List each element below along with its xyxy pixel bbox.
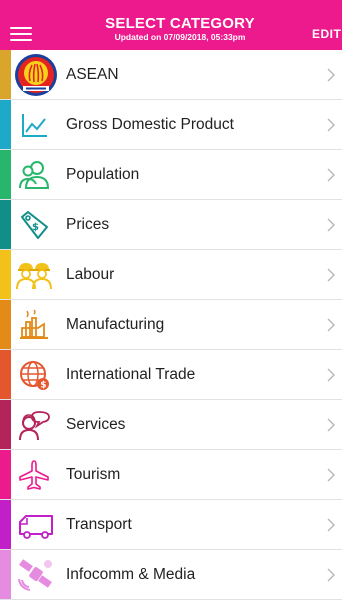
- workers-icon: [14, 258, 54, 292]
- category-label: ASEAN: [66, 66, 119, 83]
- category-item-manufacturing[interactable]: Manufacturing: [0, 300, 342, 350]
- header-title-block: SELECT CATEGORY Updated on 07/09/2018, 0…: [92, 15, 268, 43]
- category-item-international-trade[interactable]: $ International Trade: [0, 350, 342, 400]
- chevron-right-icon: [326, 167, 340, 183]
- category-label: Tourism: [66, 466, 121, 483]
- update-timestamp: Updated on 07/09/2018, 05:33pm: [114, 32, 246, 42]
- category-item-gdp[interactable]: Gross Domestic Product: [0, 100, 342, 150]
- category-item-tourism[interactable]: Tourism: [0, 450, 342, 500]
- category-label: Labour: [66, 266, 115, 283]
- category-label: Gross Domestic Product: [66, 116, 234, 133]
- chevron-right-icon: [326, 267, 340, 283]
- category-item-population[interactable]: Population: [0, 150, 342, 200]
- svg-text:$: $: [32, 222, 39, 233]
- chevron-right-icon: [326, 517, 340, 533]
- category-accent-bar: [0, 300, 11, 349]
- category-accent-bar: [0, 400, 11, 449]
- category-accent-bar: [0, 500, 11, 549]
- category-label: Transport: [66, 516, 132, 533]
- chevron-right-icon: [326, 367, 340, 383]
- category-label: Manufacturing: [66, 316, 165, 333]
- globe-trade-icon: $: [17, 358, 51, 392]
- people-icon: [17, 158, 51, 192]
- category-accent-bar: [0, 350, 11, 399]
- category-accent-bar: [0, 50, 11, 99]
- airplane-icon: [17, 458, 51, 492]
- chevron-right-icon: [326, 67, 340, 83]
- category-accent-bar: [0, 200, 11, 249]
- category-accent-bar: [0, 150, 11, 199]
- hamburger-menu-icon[interactable]: [10, 27, 34, 43]
- price-tag-icon: $: [17, 208, 51, 242]
- chevron-right-icon: [326, 317, 340, 333]
- category-label: Infocomm & Media: [66, 566, 196, 583]
- bus-icon: [17, 508, 55, 542]
- category-accent-bar: [0, 550, 11, 599]
- category-label: Population: [66, 166, 140, 183]
- chevron-right-icon: [326, 467, 340, 483]
- category-label: International Trade: [66, 366, 196, 383]
- category-accent-bar: [0, 250, 11, 299]
- factory-icon: [17, 308, 51, 342]
- chevron-right-icon: [326, 567, 340, 583]
- category-label: Prices: [66, 216, 110, 233]
- satellite-icon: [17, 558, 57, 592]
- customer-service-icon: [17, 408, 55, 442]
- chevron-right-icon: [326, 217, 340, 233]
- chevron-right-icon: [326, 117, 340, 133]
- chevron-right-icon: [326, 417, 340, 433]
- category-label: Services: [66, 416, 126, 433]
- svg-text:$: $: [40, 381, 46, 391]
- category-item-labour[interactable]: Labour: [0, 250, 342, 300]
- asean-logo-icon: [12, 53, 60, 97]
- app-header: SELECT CATEGORY Updated on 07/09/2018, 0…: [0, 0, 342, 54]
- category-accent-bar: [0, 100, 11, 149]
- category-item-transport[interactable]: Transport: [0, 500, 342, 550]
- line-chart-icon: [17, 108, 51, 142]
- category-item-infocomm-media[interactable]: Infocomm & Media: [0, 550, 342, 600]
- edit-button[interactable]: EDIT: [312, 27, 341, 41]
- category-item-services[interactable]: Services: [0, 400, 342, 450]
- page-title: SELECT CATEGORY: [105, 15, 255, 32]
- category-item-prices[interactable]: $ Prices: [0, 200, 342, 250]
- category-item-asean[interactable]: ASEAN: [0, 50, 342, 100]
- category-accent-bar: [0, 450, 11, 499]
- category-list: ASEAN Gross Domestic Product Population …: [0, 50, 342, 600]
